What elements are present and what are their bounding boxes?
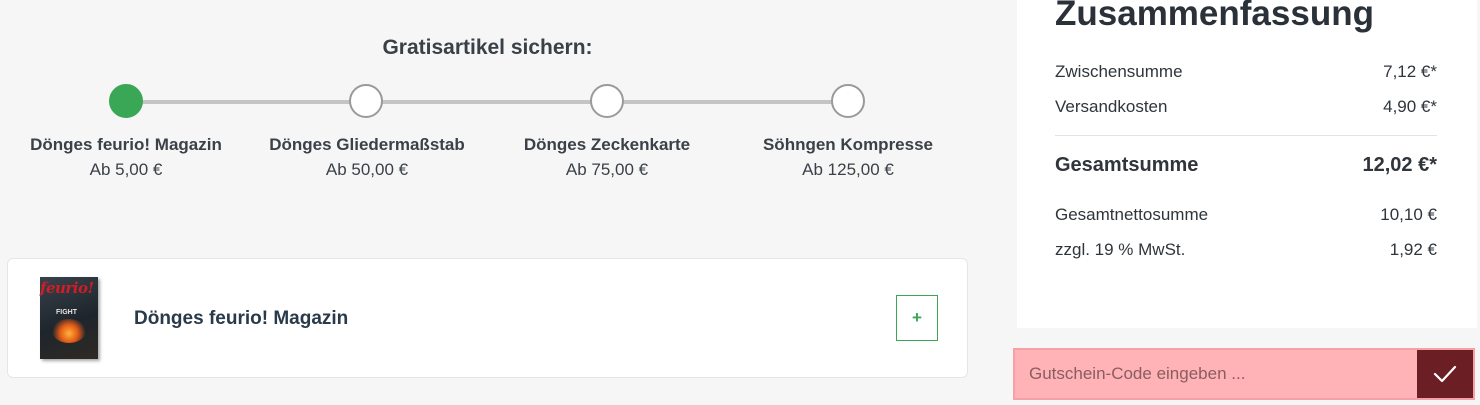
subtotal-row: Zwischensumme 7,12 €*	[1055, 62, 1437, 82]
coupon-input[interactable]	[1015, 350, 1417, 398]
tax-value: 1,92 €	[1389, 240, 1437, 259]
coupon-submit-button[interactable]	[1417, 350, 1473, 398]
step-1-marker	[109, 84, 143, 118]
order-summary: Zusammenfassung Zwischensumme 7,12 €* Ve…	[1017, 0, 1477, 328]
thumbnail-title: FIGHT	[56, 309, 77, 316]
step-3-price: Ab 75,00 €	[565, 160, 649, 179]
add-free-item-button[interactable]: +	[896, 295, 938, 341]
product-name: Dönges feurio! Magazin	[134, 308, 349, 329]
subtotal-value: 7,12 €*	[1383, 62, 1437, 81]
coupon-form	[1013, 348, 1475, 400]
shipping-row: Versandkosten 4,90 €*	[1055, 97, 1437, 117]
total-label: Gesamtsumme	[1055, 154, 1199, 176]
tax-label: zzgl. 19 % MwSt.	[1055, 240, 1186, 259]
tax-row: zzgl. 19 % MwSt. 1,92 €	[1055, 240, 1437, 260]
free-items-section: Gratisartikel sichern: Dönges feurio! Ma…	[0, 0, 980, 405]
free-item-card: feurio! FIGHT Dönges feurio! Magazin +	[7, 258, 968, 378]
step-1-name: Dönges feurio! Magazin	[30, 135, 222, 154]
thumbnail-brand: feurio!	[40, 279, 94, 297]
step-4-price: Ab 125,00 €	[802, 160, 894, 179]
shipping-value: 4,90 €*	[1383, 97, 1437, 116]
total-row: Gesamtsumme 12,02 €*	[1055, 154, 1437, 177]
step-4-marker	[831, 84, 865, 118]
subtotal-label: Zwischensumme	[1055, 62, 1183, 81]
fire-graphic	[52, 319, 86, 343]
step-2-marker	[349, 84, 383, 118]
shipping-label: Versandkosten	[1055, 97, 1168, 116]
net-value: 10,10 €	[1380, 205, 1437, 224]
step-2-price: Ab 50,00 €	[325, 160, 409, 179]
net-row: Gesamtnettosumme 10,10 €	[1055, 205, 1437, 225]
summary-title: Zusammenfassung	[1055, 0, 1374, 33]
summary-divider	[1055, 135, 1437, 136]
step-3-marker	[590, 84, 624, 118]
free-items-title: Gratisartikel sichern:	[382, 36, 593, 59]
step-3-name: Dönges Zeckenkarte	[523, 135, 691, 154]
step-2-name: Dönges Gliedermaßstab	[269, 135, 465, 154]
net-label: Gesamtnettosumme	[1055, 205, 1209, 224]
magazine-thumbnail: feurio! FIGHT	[40, 277, 98, 359]
step-1-price: Ab 5,00 €	[89, 160, 163, 179]
step-4-name: Söhngen Kompresse	[762, 135, 934, 154]
checkmark-icon	[1433, 365, 1457, 383]
progress-track	[126, 100, 849, 104]
total-value: 12,02 €*	[1362, 154, 1437, 176]
